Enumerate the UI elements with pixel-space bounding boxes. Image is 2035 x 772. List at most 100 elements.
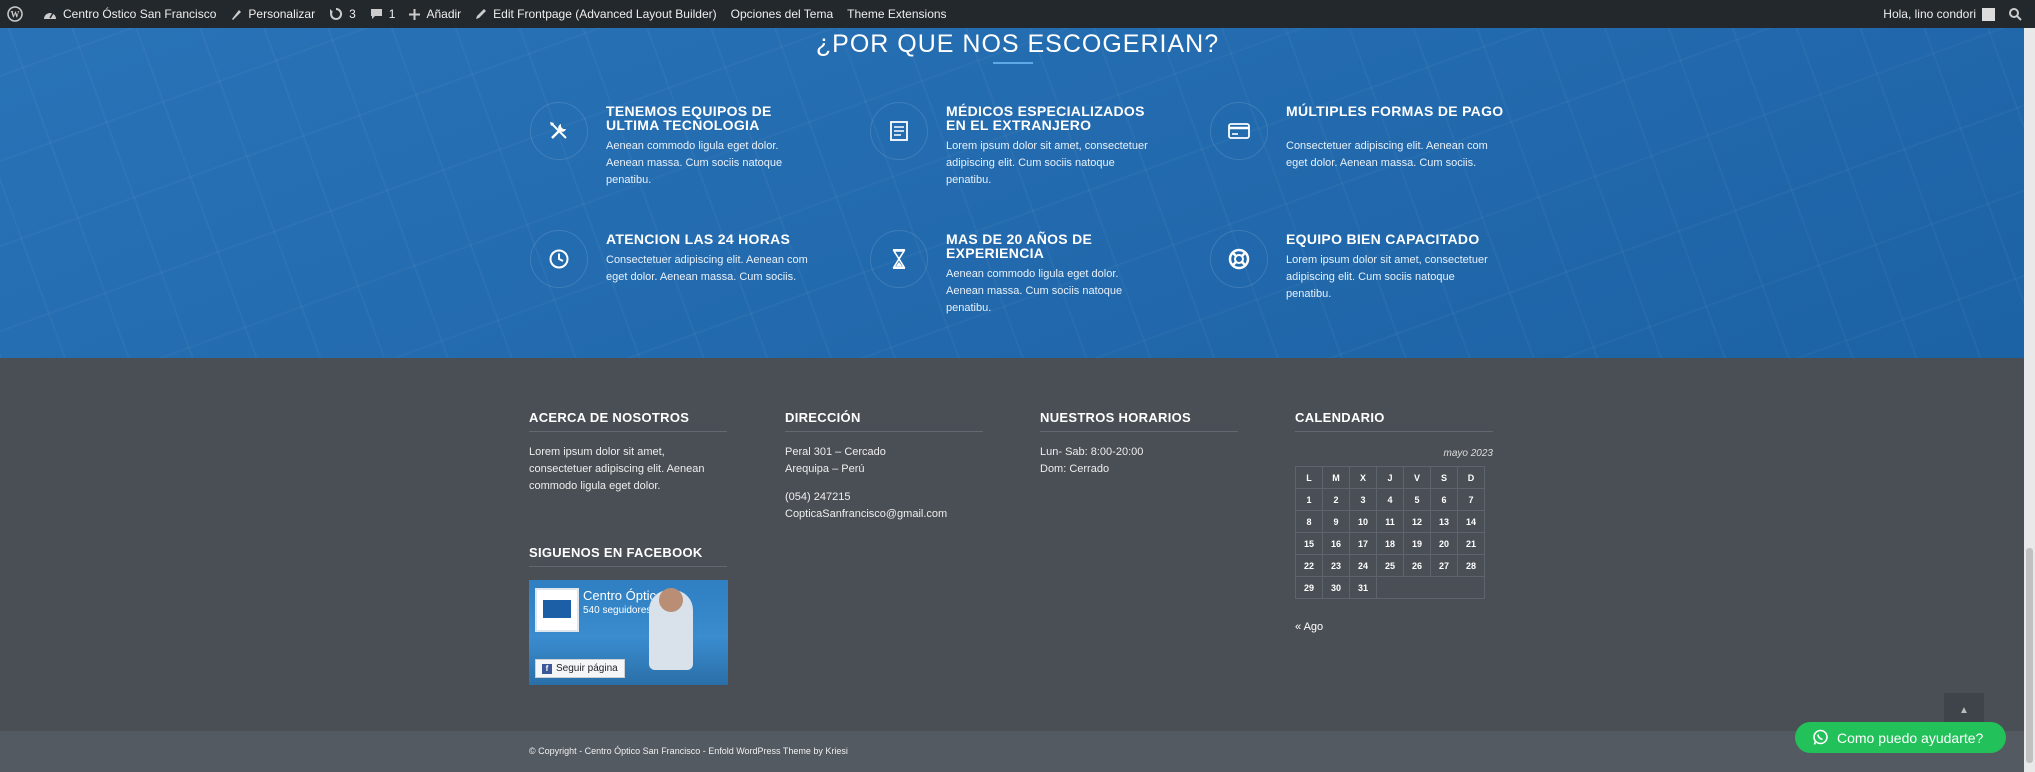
updates-link[interactable]: 3 — [322, 0, 363, 28]
customize-label: Personalizar — [248, 7, 316, 21]
user-account-menu[interactable]: Hola, lino condori — [1876, 0, 2002, 28]
calendar-day: 11 — [1376, 510, 1404, 533]
calendar-caption: mayo 2023 — [1443, 448, 1493, 459]
calendar-day: 4 — [1376, 488, 1404, 511]
comments-link[interactable]: 1 — [363, 0, 403, 28]
calendar-pad — [1376, 576, 1485, 599]
brush-icon — [232, 10, 242, 20]
weekday-header: V — [1403, 466, 1431, 489]
updates-count: 3 — [349, 7, 356, 21]
feature-title: TENEMOS EQUIPOS DE ULTIMA TECNOLOGIA — [606, 103, 772, 133]
calendar-day: 30 — [1322, 576, 1350, 599]
add-new-link[interactable]: Añadir — [402, 0, 468, 28]
divider — [1295, 431, 1493, 432]
about-heading: ACERCA DE NOSOTROS — [529, 410, 690, 425]
dashboard-icon — [44, 12, 56, 19]
calendar-day: 17 — [1349, 532, 1377, 555]
calendar-day: 9 — [1322, 510, 1350, 533]
divider — [529, 566, 727, 567]
comment-icon — [370, 9, 382, 19]
calendar-day: 24 — [1349, 554, 1377, 577]
scrollbar-thumb[interactable] — [2026, 548, 2033, 763]
facebook-page-widget[interactable]: Centro Óptico S... 540 seguidores f Segu… — [529, 580, 728, 685]
svg-text:W: W — [11, 10, 20, 20]
previous-month-link[interactable]: « Ago — [1295, 621, 1323, 633]
feature-title: ATENCION LAS 24 HORAS — [606, 231, 791, 247]
divider — [785, 431, 983, 432]
search-icon[interactable] — [2002, 0, 2035, 28]
calendar-day: 15 — [1295, 532, 1323, 555]
theme-extensions-label: Theme Extensions — [847, 7, 947, 21]
follow-page-button[interactable]: f Seguir página — [535, 659, 625, 678]
socket-bar: © Copyright - Centro Óptico San Francisc… — [0, 731, 2035, 772]
calendar-day: 3 — [1349, 488, 1377, 511]
feature-title: MAS DE 20 AÑOS DE EXPERIENCIA — [946, 231, 1093, 261]
comments-count: 1 — [388, 7, 396, 21]
edit-frontpage-link[interactable]: Edit Frontpage (Advanced Layout Builder) — [468, 0, 723, 28]
feature-title: MÚLTIPLES FORMAS DE PAGO — [1286, 103, 1504, 119]
calendar-day: 13 — [1430, 510, 1458, 533]
calendar-day: 14 — [1457, 510, 1485, 533]
weekday-header: S — [1430, 466, 1458, 489]
hours-weekdays: Lun- Sab: 8:00-20:00 — [1040, 446, 1144, 458]
why-choose-us-section: ¿POR QUE NOS ESCOGERIAN? TENEMOS EQUIPOS… — [0, 28, 2035, 358]
page-scrollbar[interactable] — [2024, 28, 2035, 772]
calendar-day: 31 — [1349, 576, 1377, 599]
calendar-day: 21 — [1457, 532, 1485, 555]
customize-link[interactable]: Personalizar — [223, 0, 322, 28]
divider — [529, 431, 727, 432]
calendar-heading: CALENDARIO — [1295, 410, 1385, 425]
feature-text: Lorem ipsum dolor sit amet, consectetuer… — [946, 140, 1148, 186]
calendar-day: 29 — [1295, 576, 1323, 599]
calendar-day: 23 — [1322, 554, 1350, 577]
footer: ACERCA DE NOSOTROS Lorem ipsum dolor sit… — [0, 358, 2035, 731]
theme-options-link[interactable]: Opciones del Tema — [724, 0, 841, 28]
phone-number: (054) 247215 — [785, 491, 851, 503]
calendar-day: 28 — [1457, 554, 1485, 577]
whatsapp-chat-button[interactable]: Como puedo ayudarte? — [1795, 722, 2006, 753]
feature-text: Lorem ipsum dolor sit amet, consectetuer… — [1286, 254, 1488, 300]
hourglass-icon — [870, 230, 928, 288]
calendar-day: 27 — [1430, 554, 1458, 577]
calendar-day: 12 — [1403, 510, 1431, 533]
section-title: ¿POR QUE NOS ESCOGERIAN? — [815, 30, 1220, 58]
weekday-header: L — [1295, 466, 1323, 489]
hours-sunday: Dom: Cerrado — [1040, 463, 1110, 475]
calendar-week: 29 30 31 — [1295, 576, 1485, 599]
calendar-day: 10 — [1349, 510, 1377, 533]
facebook-icon: f — [542, 663, 552, 674]
site-name-menu[interactable]: Centro Óstico San Francisco — [36, 0, 223, 28]
calendar-day: 20 — [1430, 532, 1458, 555]
wordpress-logo-icon[interactable]: W — [0, 0, 36, 28]
calendar-week: 22 23 24 25 26 27 28 — [1295, 554, 1485, 577]
email-address[interactable]: CopticaSanfrancisco@gmail.com — [785, 506, 947, 523]
facebook-heading: SIGUENOS EN FACEBOOK — [529, 545, 703, 560]
weekday-header: D — [1457, 466, 1485, 489]
pencil-icon — [476, 9, 487, 19]
title-divider — [993, 62, 1033, 64]
calendar-day: 26 — [1403, 554, 1431, 577]
calendar-day: 22 — [1295, 554, 1323, 577]
calendar-day: 6 — [1430, 488, 1458, 511]
hours-heading: NUESTROS HORARIOS — [1040, 410, 1192, 425]
address-line-2: Arequipa – Perú — [785, 463, 865, 475]
theme-extensions-link[interactable]: Theme Extensions — [840, 0, 953, 28]
calendar-day: 2 — [1322, 488, 1350, 511]
feature-title: MÉDICOS ESPECIALIZADOS EN EL EXTRANJERO — [946, 103, 1145, 133]
avatar — [1982, 7, 1995, 21]
wp-admin-bar: W Centro Óstico San Francisco Personaliz… — [0, 0, 2035, 28]
weekday-header: M — [1322, 466, 1350, 489]
greeting-label: Hola, lino condori — [1883, 7, 1976, 21]
credit-card-icon — [1210, 102, 1268, 160]
theme-options-label: Opciones del Tema — [730, 7, 834, 21]
feature-text: Aenean commodo ligula eget dolor. Aenean… — [946, 268, 1123, 314]
feature-text: Consectetuer adipiscing elit. Aenean com… — [606, 254, 808, 283]
refresh-icon — [330, 7, 343, 20]
site-name-label: Centro Óstico San Francisco — [63, 7, 217, 21]
divider — [1040, 431, 1238, 432]
about-text: Lorem ipsum dolor sit amet, consectetuer… — [529, 446, 705, 492]
page-logo — [535, 588, 579, 632]
address-heading: DIRECCIÓN — [785, 410, 861, 425]
feature-title: EQUIPO BIEN CAPACITADO — [1286, 231, 1480, 247]
add-new-label: Añadir — [426, 7, 462, 21]
